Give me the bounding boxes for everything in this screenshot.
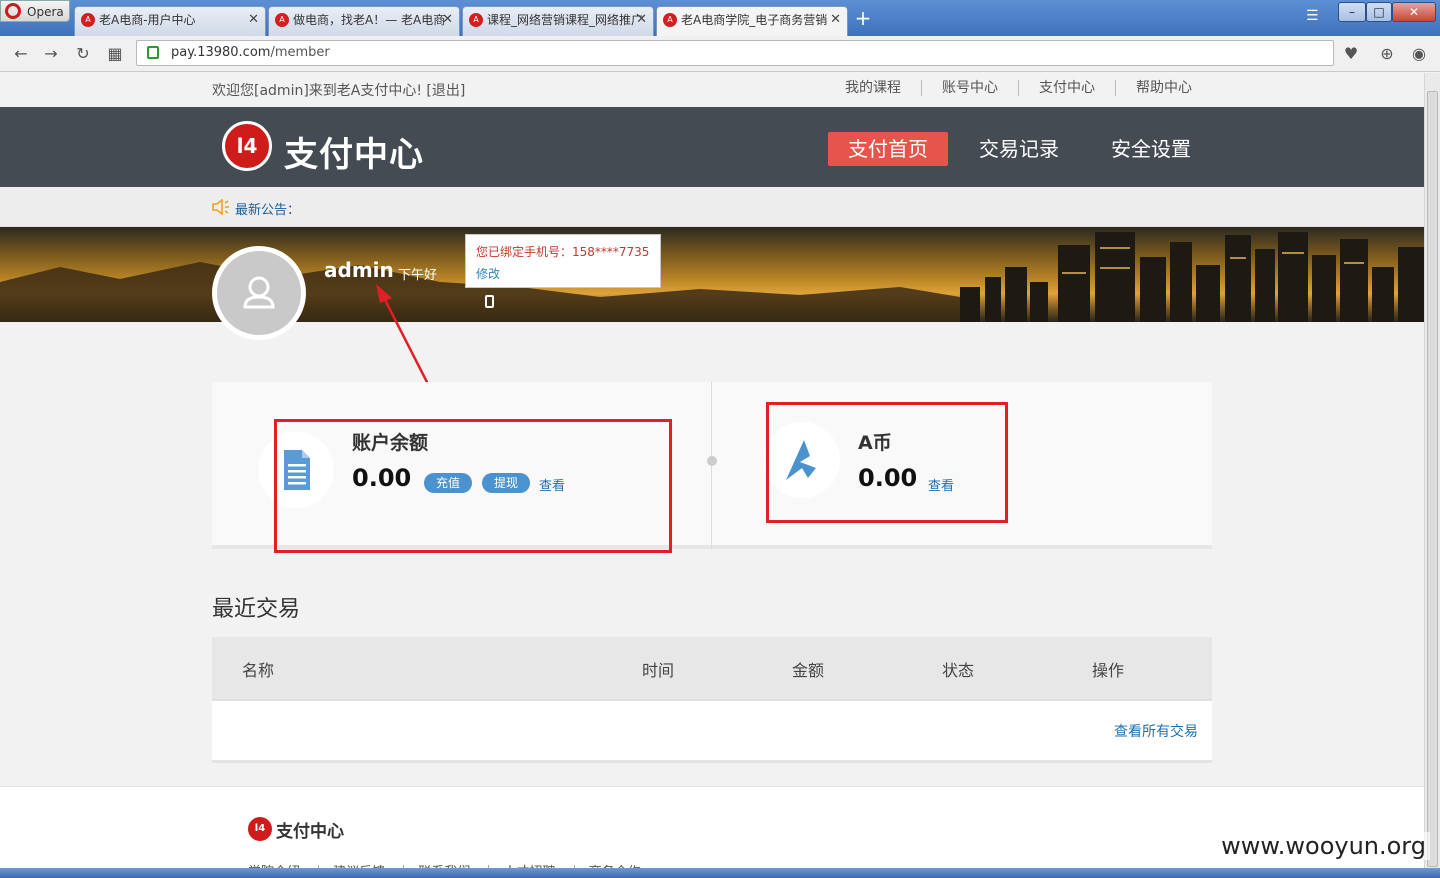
annotation-box-balance (274, 419, 672, 553)
tab-title: 课程_网络营销课程_网络推广 (487, 13, 644, 27)
username: admin (324, 258, 394, 282)
browser-tab-2[interactable]: A 做电商，找老A！— 老A电商 ✕ (268, 6, 460, 36)
minimize-button[interactable]: – (1338, 2, 1366, 22)
nav-transactions[interactable]: 交易记录 (959, 132, 1079, 166)
browser-tab-1[interactable]: A 老A电商-用户中心 ✕ (74, 6, 266, 36)
tab-menu-icon[interactable]: ☰ (1306, 8, 1324, 26)
site-favicon-icon: A (81, 13, 95, 27)
column-header-name: 名称 (242, 661, 275, 680)
opera-menu-button[interactable]: Opera (0, 0, 70, 22)
user-silhouette-icon (243, 276, 275, 309)
maximize-button[interactable]: □ (1366, 2, 1392, 22)
watermark-text: www.wooyun.org (1217, 832, 1430, 860)
tab-title: 老A电商-用户中心 (99, 13, 196, 27)
site-favicon-icon: A (275, 13, 289, 27)
column-header-time: 时间 (642, 661, 675, 680)
site-favicon-icon: A (469, 13, 483, 27)
bound-phone-text: 您已绑定手机号：158****7735 (476, 245, 650, 259)
tab-title: 老A电商学院_电子商务营销 (681, 13, 828, 27)
browser-tab-bar: Opera A 老A电商-用户中心 ✕ A 做电商，找老A！— 老A电商 ✕ A… (0, 0, 1440, 36)
top-strip: 欢迎您[admin]来到老A支付中心! [退出] 我的课程 账号中心 支付中心 … (0, 73, 1424, 107)
avatar[interactable] (212, 246, 306, 340)
top-link-pay-center[interactable]: 支付中心 (1018, 80, 1115, 96)
browser-tab-4[interactable]: A 老A电商学院_电子商务营销 ✕ (656, 6, 848, 36)
column-header-amount: 金额 (792, 661, 825, 680)
top-link-account-center[interactable]: 账号中心 (921, 80, 1018, 96)
site-favicon-icon: A (663, 13, 677, 27)
top-link-my-courses[interactable]: 我的课程 (825, 80, 921, 96)
mobile-phone-icon[interactable] (485, 295, 494, 308)
greeting: 下午好 (398, 268, 438, 283)
new-tab-button[interactable]: + (852, 8, 874, 30)
top-links: 我的课程 账号中心 支付中心 帮助中心 (825, 80, 1212, 96)
tab-title: 做电商，找老A！— 老A电商 (293, 13, 446, 27)
opera-logo-icon (5, 3, 21, 19)
edit-phone-link[interactable]: 修改 (476, 263, 650, 285)
nav-pay-home[interactable]: 支付首页 (828, 132, 948, 166)
footer-logo-text: 支付中心 (276, 822, 344, 842)
tab-close-icon[interactable]: ✕ (830, 7, 841, 33)
table-header: 名称 时间 金额 状态 操作 (212, 637, 1212, 699)
address-bar: ← → ↻ ▦ pay.13980.com/member ♥ ⊕ ◉ (0, 36, 1440, 72)
column-header-action: 操作 (1092, 661, 1125, 680)
page-content: 欢迎您[admin]来到老A支付中心! [退出] 我的课程 账号中心 支付中心 … (0, 73, 1424, 878)
reload-icon[interactable]: ↻ (72, 43, 94, 65)
table-body: 查看所有交易 (212, 699, 1212, 763)
tab-close-icon[interactable]: ✕ (248, 7, 259, 33)
speed-dial-grid-icon[interactable]: ▦ (104, 43, 126, 65)
url-host: pay.13980.com (171, 45, 271, 60)
speaker-icon (212, 199, 229, 215)
tab-close-icon[interactable]: ✕ (636, 7, 647, 33)
account-icon[interactable]: ◉ (1408, 43, 1430, 65)
announcement-label: 最新公告： (235, 203, 301, 218)
view-all-transactions-link[interactable]: 查看所有交易 (1114, 721, 1198, 741)
secure-lock-icon (147, 46, 159, 59)
url-path: /member (270, 45, 330, 60)
os-taskbar (0, 868, 1440, 878)
browser-tab-3[interactable]: A 课程_网络营销课程_网络推广 ✕ (462, 6, 654, 36)
opera-menu-label: Opera (27, 5, 64, 19)
top-link-help-center[interactable]: 帮助中心 (1115, 80, 1212, 96)
brand-logo-text[interactable]: 支付中心 (284, 127, 424, 176)
nav-security-settings[interactable]: 安全设置 (1091, 132, 1211, 166)
back-arrow-icon[interactable]: ← (10, 43, 32, 65)
divider-dot (707, 456, 717, 466)
vertical-scrollbar[interactable] (1424, 73, 1440, 878)
download-icon[interactable]: ⊕ (1376, 43, 1398, 65)
url-input[interactable]: pay.13980.com/member (136, 40, 1334, 66)
annotation-box-acoin (766, 402, 1008, 523)
brand-logo-icon[interactable]: l4 (222, 121, 272, 171)
footer-logo-icon: l4 (248, 817, 272, 841)
site-footer: l4 支付中心 学院介绍 建议反馈 联系我们 人才招聘 商务合作 (0, 786, 1424, 878)
announcement-bar: 最新公告： (0, 187, 1424, 227)
close-window-button[interactable]: ✕ (1392, 2, 1436, 22)
forward-arrow-icon[interactable]: → (40, 43, 62, 65)
welcome-text: 欢迎您[admin]来到老A支付中心! [退出] (212, 83, 466, 99)
recent-transactions-title: 最近交易 (212, 597, 301, 622)
phone-binding-tooltip: 您已绑定手机号：158****7735 修改 (465, 234, 661, 288)
tab-close-icon[interactable]: ✕ (442, 7, 453, 33)
scrollbar-thumb[interactable] (1427, 91, 1438, 867)
site-header: l4 支付中心 支付首页 交易记录 安全设置 (0, 107, 1424, 187)
column-header-status: 状态 (942, 661, 975, 680)
bookmark-heart-icon[interactable]: ♥ (1340, 43, 1362, 65)
